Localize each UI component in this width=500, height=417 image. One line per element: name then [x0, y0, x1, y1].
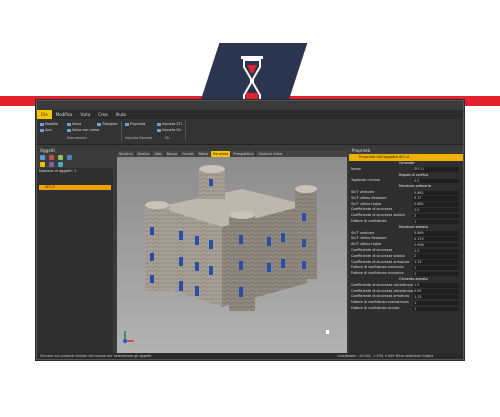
property-value-field[interactable]: 0.862 — [413, 190, 459, 196]
new-model-button[interactable]: Modello — [40, 122, 58, 126]
axis-gizmo-icon — [123, 331, 134, 343]
objects-toolbar — [37, 154, 113, 168]
property-value-field[interactable]: SFC.0 — [413, 167, 459, 172]
objects-pane: Oggetti Numero di oggetti: 1 SFC.0 — [37, 147, 113, 353]
app-window: File Modifica Vista Crea Aiuto Modello A… — [36, 100, 464, 360]
property-value-field[interactable]: 0.85 — [413, 289, 459, 294]
select-icon[interactable] — [40, 162, 45, 167]
mouse-cursor-icon — [326, 330, 329, 334]
save-as-button[interactable]: Salva con nome — [67, 128, 99, 132]
import-stl-button[interactable]: Importa STL — [157, 122, 183, 126]
list-item[interactable]: SFC.0 — [39, 185, 111, 190]
ribbon: Modello Apri Salva Salva con nome Triang… — [37, 119, 463, 145]
cylinder-icon[interactable] — [67, 155, 72, 160]
property-value-field[interactable]: 1.5 — [413, 283, 459, 288]
save-button[interactable]: Salva — [67, 122, 81, 126]
property-value-field[interactable]: 1.15 — [413, 294, 459, 300]
status-hint: Cliccare sui pulsanti sinistro del mouse… — [40, 354, 152, 358]
cube-icon[interactable] — [40, 155, 45, 160]
status-coordinates: Coordinate: -10.001, 1.339, 0.000 Filtro… — [337, 354, 434, 358]
properties-pane-title: Proprietà — [349, 147, 463, 154]
property-value-field[interactable]: 0.0 — [413, 178, 459, 184]
move-icon[interactable] — [49, 162, 54, 167]
property-value-field[interactable]: 1 — [413, 306, 459, 312]
object-count: Numero di oggetti: 1 — [39, 169, 77, 173]
property-value-field[interactable]: 0.998 — [413, 242, 459, 248]
properties-pane: Proprietà Proprietà dell'oggetto SFC.0 G… — [349, 147, 463, 353]
ribbon-group-document: Documento — [67, 136, 87, 140]
ribbon-group-stl: Stl — [165, 136, 170, 140]
export-stl-button[interactable]: Importa Stl — [157, 128, 181, 132]
properties-button[interactable]: Proprietà — [125, 122, 145, 126]
property-value-field[interactable]: 2.0 — [413, 207, 459, 213]
property-value-field[interactable]: 2 — [413, 213, 459, 219]
3d-viewport[interactable] — [117, 157, 347, 353]
menu-bar: File Modifica Vista Crea Aiuto — [37, 110, 463, 119]
property-value-field[interactable]: 0.17 — [413, 196, 459, 201]
building-model — [145, 165, 317, 311]
property-value-field[interactable]: 0.869 — [413, 231, 459, 236]
open-button[interactable]: Apri — [40, 128, 52, 132]
property-value-field[interactable]: 1 — [413, 300, 459, 306]
menu-crea[interactable]: Crea — [94, 110, 111, 119]
property-value-field[interactable]: 1 — [413, 271, 459, 277]
menu-modifica[interactable]: Modifica — [52, 110, 77, 119]
pyramid-icon[interactable] — [58, 155, 63, 160]
property-label: Fattore di confidenza acciaio — [351, 306, 400, 310]
menu-aiuto[interactable]: Aiuto — [112, 110, 130, 119]
shape-icon[interactable] — [49, 155, 54, 160]
properties-object-header: Proprietà dell'oggetto SFC.0 — [349, 154, 463, 161]
menu-vista[interactable]: Vista — [76, 110, 94, 119]
property-row: Fattore di confidenza acciaio 1 — [349, 306, 463, 312]
property-value-field[interactable]: 2 — [413, 254, 459, 259]
property-value-field[interactable]: 1 — [413, 219, 459, 225]
triangulate-button[interactable]: Triangola — [97, 122, 117, 126]
property-value-field[interactable]: 1 — [413, 265, 459, 271]
sphere-icon[interactable] — [58, 162, 63, 167]
property-value-field[interactable]: 2.0 — [413, 248, 459, 254]
objects-pane-title: Oggetti — [37, 147, 113, 154]
status-bar: Cliccare sui pulsanti sinistro del mouse… — [37, 353, 463, 359]
property-value-field[interactable]: 0.174 — [413, 236, 459, 242]
property-value-field[interactable]: 0.882 — [413, 202, 459, 207]
property-value-field[interactable]: 1.15 — [413, 260, 459, 265]
menu-file[interactable]: File — [37, 110, 52, 119]
ribbon-group-import-export: Importa Esporta — [125, 136, 153, 140]
